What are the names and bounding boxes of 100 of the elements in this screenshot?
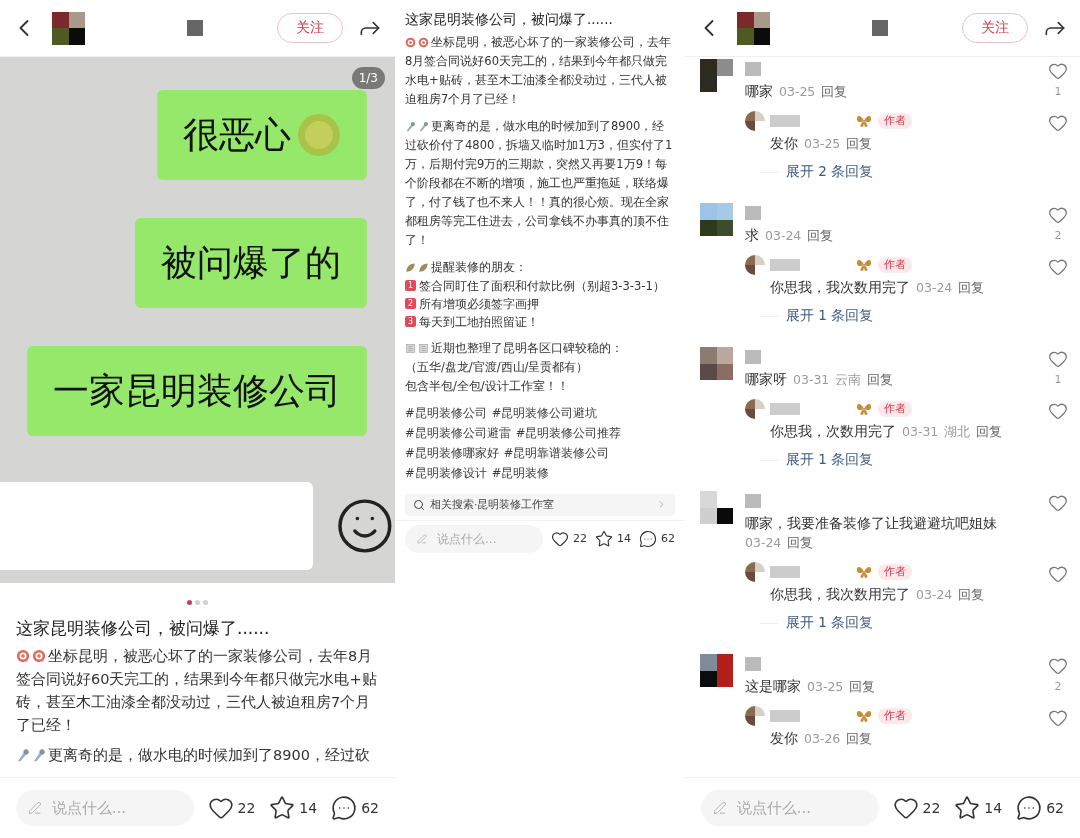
hashtag-link[interactable]: #昆明装修哪家好 [405, 443, 499, 462]
hashtag-link[interactable]: #昆明装修公司避坑 [491, 403, 598, 422]
heart-icon [1048, 656, 1068, 676]
related-search-bar[interactable]: 相关搜索·昆明装修工作室 [405, 493, 675, 516]
expand-replies-link[interactable]: 展开 1 条回复 [786, 614, 874, 632]
reply-link[interactable]: 回复 [867, 372, 894, 389]
follow-button[interactable]: 关注 [277, 13, 343, 43]
author-badge: 作者 [878, 113, 912, 129]
expand-replies-link[interactable]: 展开 1 条回复 [786, 307, 874, 325]
comment-text: 你思我，我次数用完了 [770, 278, 910, 297]
author-badge: 作者 [878, 708, 912, 724]
reply-link[interactable]: 回复 [807, 228, 834, 245]
comment-icon [1016, 795, 1043, 821]
page-dot[interactable] [187, 600, 192, 605]
like-button[interactable] [1048, 656, 1068, 676]
reply-link[interactable]: 回复 [849, 679, 876, 696]
chat-message: 一家昆明装修公司 [53, 368, 341, 413]
post-title: 这家昆明装修公司，被问爆了...... [405, 10, 614, 29]
redacted-name [745, 494, 761, 508]
redacted-name [745, 206, 761, 220]
like-button[interactable]: 22 [551, 529, 587, 548]
favorite-button[interactable]: 14 [595, 529, 631, 548]
like-button[interactable] [1048, 401, 1068, 421]
favorite-button[interactable]: 14 [269, 795, 318, 821]
comment-text: 你思我，次数用完了 [770, 422, 896, 441]
butterfly-icon [856, 114, 872, 128]
hashtag-link[interactable]: #昆明装修 [491, 463, 550, 482]
author-badge: 作者 [878, 564, 912, 580]
search-icon [413, 498, 425, 511]
hashtag-link[interactable]: #昆明靠谱装修公司 [503, 443, 610, 462]
follow-button[interactable]: 关注 [962, 13, 1028, 43]
comment-input-field[interactable]: 说点什么... [16, 790, 194, 826]
heart-icon [551, 529, 569, 548]
comment-text: 你思我，我次数用完了 [770, 585, 910, 604]
expand-replies-link[interactable]: 展开 2 条回复 [786, 163, 874, 181]
post-title: 这家昆明装修公司，被问爆了...... [16, 617, 271, 640]
list-heading: 提醒装修的朋友： [405, 257, 675, 277]
comment-text: 求 [745, 226, 759, 245]
like-count: 1 [1054, 85, 1062, 98]
like-button[interactable] [1048, 349, 1068, 369]
like-button[interactable] [1048, 493, 1068, 513]
redacted-name [745, 62, 761, 76]
avatar [700, 654, 733, 687]
comment-input-field[interactable]: 说点什么... [435, 530, 531, 547]
comment-button[interactable]: 62 [1016, 795, 1064, 821]
comment-text: 哪家 [745, 82, 773, 101]
hashtag-link[interactable]: #昆明装修设计 [405, 463, 487, 482]
comment-text: 发你 [770, 729, 798, 748]
comment-input-field[interactable]: 说点什么... [405, 524, 543, 553]
comment-input-field[interactable]: 说点什么... [49, 798, 182, 818]
reply-link[interactable]: 回复 [846, 136, 873, 153]
like-button[interactable] [1048, 113, 1068, 133]
avatar [745, 706, 765, 726]
favorite-button[interactable]: 14 [954, 795, 1003, 821]
reply-link[interactable]: 回复 [958, 587, 985, 604]
post-paragraph: 包含半包/全包/设计工作室！！ [405, 377, 570, 395]
like-button[interactable]: 22 [892, 795, 941, 821]
hashtag-link[interactable]: #昆明装修公司推荐 [515, 423, 622, 442]
heart-icon [1048, 257, 1068, 277]
like-button[interactable] [1048, 61, 1068, 81]
chat-message: 被问爆了的 [161, 240, 341, 285]
like-button[interactable] [1048, 564, 1068, 584]
reply-link[interactable]: 回复 [846, 731, 873, 748]
expand-replies-link[interactable]: 展开 1 条回复 [786, 451, 874, 469]
page-dot[interactable] [203, 600, 208, 605]
like-button[interactable] [1048, 708, 1068, 728]
comment-time: 03-31 [902, 424, 939, 439]
comment-time: 03-25 [804, 136, 841, 151]
reply-link[interactable]: 回复 [976, 424, 1003, 441]
avatar [700, 203, 733, 236]
image-counter: 1/3 [351, 67, 385, 89]
like-button[interactable] [1048, 205, 1068, 225]
comment-time: 03-25 [807, 679, 844, 694]
heart-icon [1048, 401, 1068, 421]
like-button[interactable] [1048, 257, 1068, 277]
star-icon [269, 795, 296, 821]
pen-icon [417, 532, 428, 545]
reply-link[interactable]: 回复 [958, 280, 985, 297]
page-dot[interactable] [195, 600, 200, 605]
butterfly-icon [856, 565, 872, 579]
leaf-icon [405, 261, 416, 273]
reply-link[interactable]: 回复 [787, 535, 814, 552]
comment-button[interactable]: 62 [331, 795, 379, 821]
hashtag-link[interactable]: #昆明装修公司避雷 [405, 423, 511, 442]
target-icon [405, 36, 416, 48]
heart-icon [207, 795, 234, 821]
heart-icon [1048, 205, 1068, 225]
avatar[interactable] [737, 11, 770, 45]
reply-link[interactable]: 回复 [821, 84, 848, 101]
target-icon [16, 648, 30, 663]
post-paragraph: 近期也整理了昆明各区口碑较稳的： [405, 338, 675, 358]
like-button[interactable]: 22 [207, 795, 256, 821]
comment-input-field[interactable]: 说点什么... [701, 790, 879, 826]
post-paragraph: 坐标昆明，被恶心坏了的一家装修公司，去年8月签合同说好60天完工的，结果到今年都只做完水电+贴砖，甚至木工油漆全都没动过，三代人被迫租房7个月了已经！ [16, 646, 378, 735]
hashtag-link[interactable]: #昆明装修公司 [405, 403, 487, 422]
pen-icon [713, 800, 727, 816]
comment-location: 湖北 [944, 424, 971, 441]
comment-input-field[interactable]: 说点什么... [734, 798, 867, 818]
comment-button[interactable]: 62 [639, 529, 675, 548]
avatar[interactable] [52, 11, 85, 45]
